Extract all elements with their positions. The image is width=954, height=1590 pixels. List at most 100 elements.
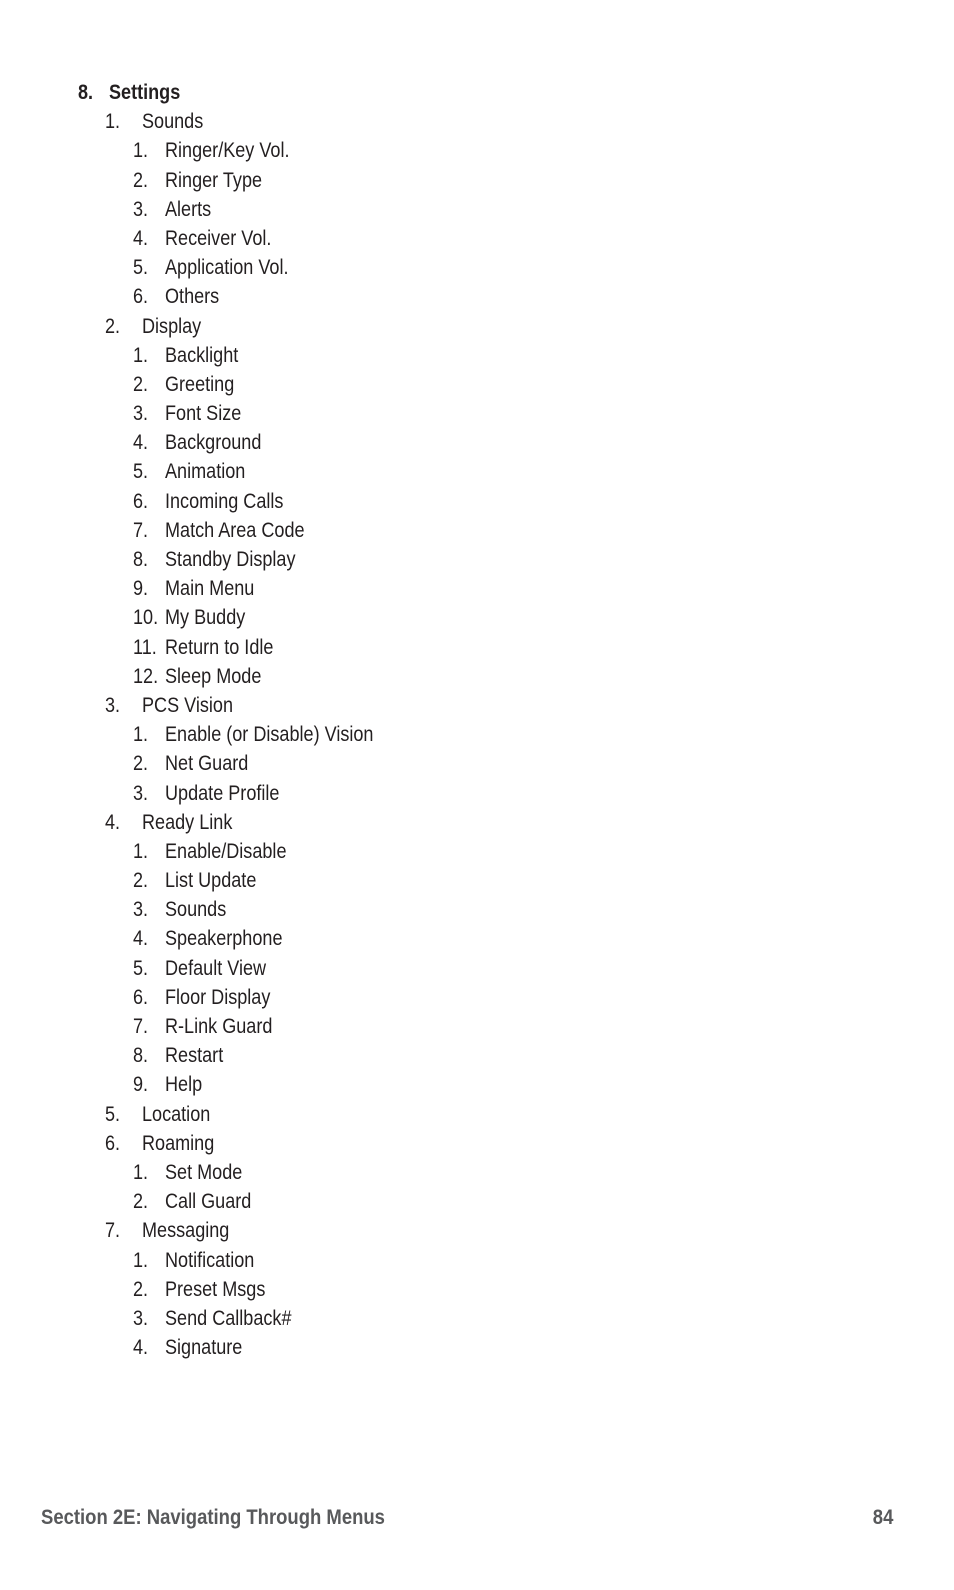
item-label: Restart: [165, 1044, 224, 1068]
menu-item: 7. Match Area Code: [0, 516, 954, 545]
item-number: 9.: [133, 577, 149, 601]
item-number: 1.: [133, 839, 149, 863]
item-label: Receiver Vol.: [165, 226, 272, 250]
menu-item: 2. Greeting: [0, 370, 954, 399]
item-number: 4.: [133, 431, 149, 455]
menu-item: 8. Restart: [0, 1041, 954, 1070]
item-number: 5.: [133, 460, 149, 484]
menu-item: 4. Background: [0, 428, 954, 457]
item-number: 6.: [105, 1131, 121, 1155]
menu-item: 8. Standby Display: [0, 545, 954, 574]
menu-item: 1. Set Mode: [0, 1158, 954, 1187]
item-number: 5.: [105, 1102, 121, 1126]
footer-section-title: Section 2E: Navigating Through Menus: [41, 1506, 385, 1529]
settings-menu-outline: 8. Settings 1. Sounds 1. Ringer/Key Vol. 2. Rin…: [0, 78, 954, 1362]
item-number: 3.: [133, 197, 149, 221]
item-label: Notification: [165, 1248, 255, 1272]
item-label: Settings: [109, 81, 181, 104]
item-number: 4.: [133, 226, 149, 250]
item-number: 1.: [105, 110, 121, 134]
document-page: 8. Settings 1. Sounds 1. Ringer/Key Vol. 2. Rin…: [0, 0, 954, 1590]
item-number: 2.: [133, 869, 149, 893]
menu-item: 5. Animation: [0, 457, 954, 486]
item-number: 4.: [133, 927, 149, 951]
item-label: Application Vol.: [165, 256, 289, 280]
item-number: 7.: [133, 1015, 149, 1038]
item-label: Alerts: [165, 197, 212, 221]
item-number: 11.: [133, 635, 157, 659]
item-number: 2.: [133, 372, 149, 396]
item-label: Sounds: [142, 110, 204, 134]
menu-item: 7. R-Link Guard: [0, 1012, 954, 1041]
item-label: Others: [165, 285, 220, 309]
menu-heading: 8. Settings: [0, 78, 954, 107]
item-number: 4.: [133, 1336, 149, 1360]
menu-item: 2. Call Guard: [0, 1187, 954, 1216]
page-number: 84: [872, 1506, 893, 1529]
menu-item: 2. Preset Msgs: [0, 1275, 954, 1304]
item-label: Standby Display: [165, 548, 296, 571]
item-number: 5.: [133, 256, 149, 280]
item-number: 3.: [133, 781, 149, 805]
item-label: Default View: [165, 956, 267, 980]
item-label: Speakerphone: [165, 927, 283, 951]
menu-item: 5. Default View: [0, 954, 954, 983]
menu-item: 1. Backlight: [0, 341, 954, 370]
menu-item: 9. Main Menu: [0, 574, 954, 603]
item-label: Location: [142, 1102, 211, 1126]
item-label: Enable/Disable: [165, 839, 287, 863]
menu-item: 2. Display: [0, 312, 954, 341]
menu-item: 3. Font Size: [0, 399, 954, 428]
item-label: My Buddy: [165, 606, 246, 630]
item-label: R-Link Guard: [165, 1015, 273, 1038]
item-number: 12.: [133, 664, 159, 688]
item-number: 1.: [133, 343, 149, 367]
menu-item: 7. Messaging: [0, 1216, 954, 1245]
item-number: 1.: [133, 1160, 149, 1184]
item-number: 4.: [105, 810, 121, 834]
menu-item: 1. Notification: [0, 1246, 954, 1275]
item-number: 7.: [105, 1219, 121, 1243]
menu-item: 3. Send Callback#: [0, 1304, 954, 1333]
item-label: Return to Idle: [165, 635, 274, 659]
item-label: Backlight: [165, 343, 239, 367]
menu-item: 4. Ready Link: [0, 808, 954, 837]
item-label: Preset Msgs: [165, 1277, 266, 1301]
item-number: 6.: [133, 489, 149, 513]
page-footer: Section 2E: Navigating Through Menus 84: [41, 1503, 893, 1533]
item-label: Sounds: [165, 898, 227, 922]
menu-item: 1. Enable/Disable: [0, 837, 954, 866]
item-number: 8.: [133, 1044, 149, 1068]
item-label: PCS Vision: [142, 693, 234, 717]
item-number: 6.: [133, 985, 149, 1009]
menu-item: 5. Application Vol.: [0, 253, 954, 282]
menu-item: 2. Net Guard: [0, 749, 954, 778]
menu-item: 3. Update Profile: [0, 779, 954, 808]
item-label: Call Guard: [165, 1190, 252, 1214]
item-number: 2.: [133, 1277, 149, 1301]
item-label: Animation: [165, 460, 246, 484]
menu-item: 9. Help: [0, 1070, 954, 1099]
item-number: 3.: [133, 1306, 149, 1330]
item-number: 6.: [133, 285, 149, 309]
item-label: Display: [142, 314, 202, 338]
item-label: Help: [165, 1073, 203, 1097]
item-number: 8.: [78, 81, 94, 104]
item-number: 2.: [133, 752, 149, 776]
menu-item: 3. Alerts: [0, 195, 954, 224]
menu-item: 6. Incoming Calls: [0, 487, 954, 516]
item-label: Ready Link: [142, 810, 233, 834]
menu-item: 11. Return to Idle: [0, 633, 954, 662]
item-label: Background: [165, 431, 262, 455]
menu-item: 4. Speakerphone: [0, 924, 954, 953]
item-label: Sleep Mode: [165, 664, 262, 688]
menu-item: 6. Floor Display: [0, 983, 954, 1012]
item-label: Incoming Calls: [165, 489, 284, 513]
item-number: 10.: [133, 606, 159, 630]
item-label: Ringer Type: [165, 168, 263, 192]
item-number: 7.: [133, 518, 149, 542]
menu-item: 3. Sounds: [0, 895, 954, 924]
item-number: 3.: [133, 402, 149, 426]
menu-item: 3. PCS Vision: [0, 691, 954, 720]
menu-item: 6. Others: [0, 282, 954, 311]
